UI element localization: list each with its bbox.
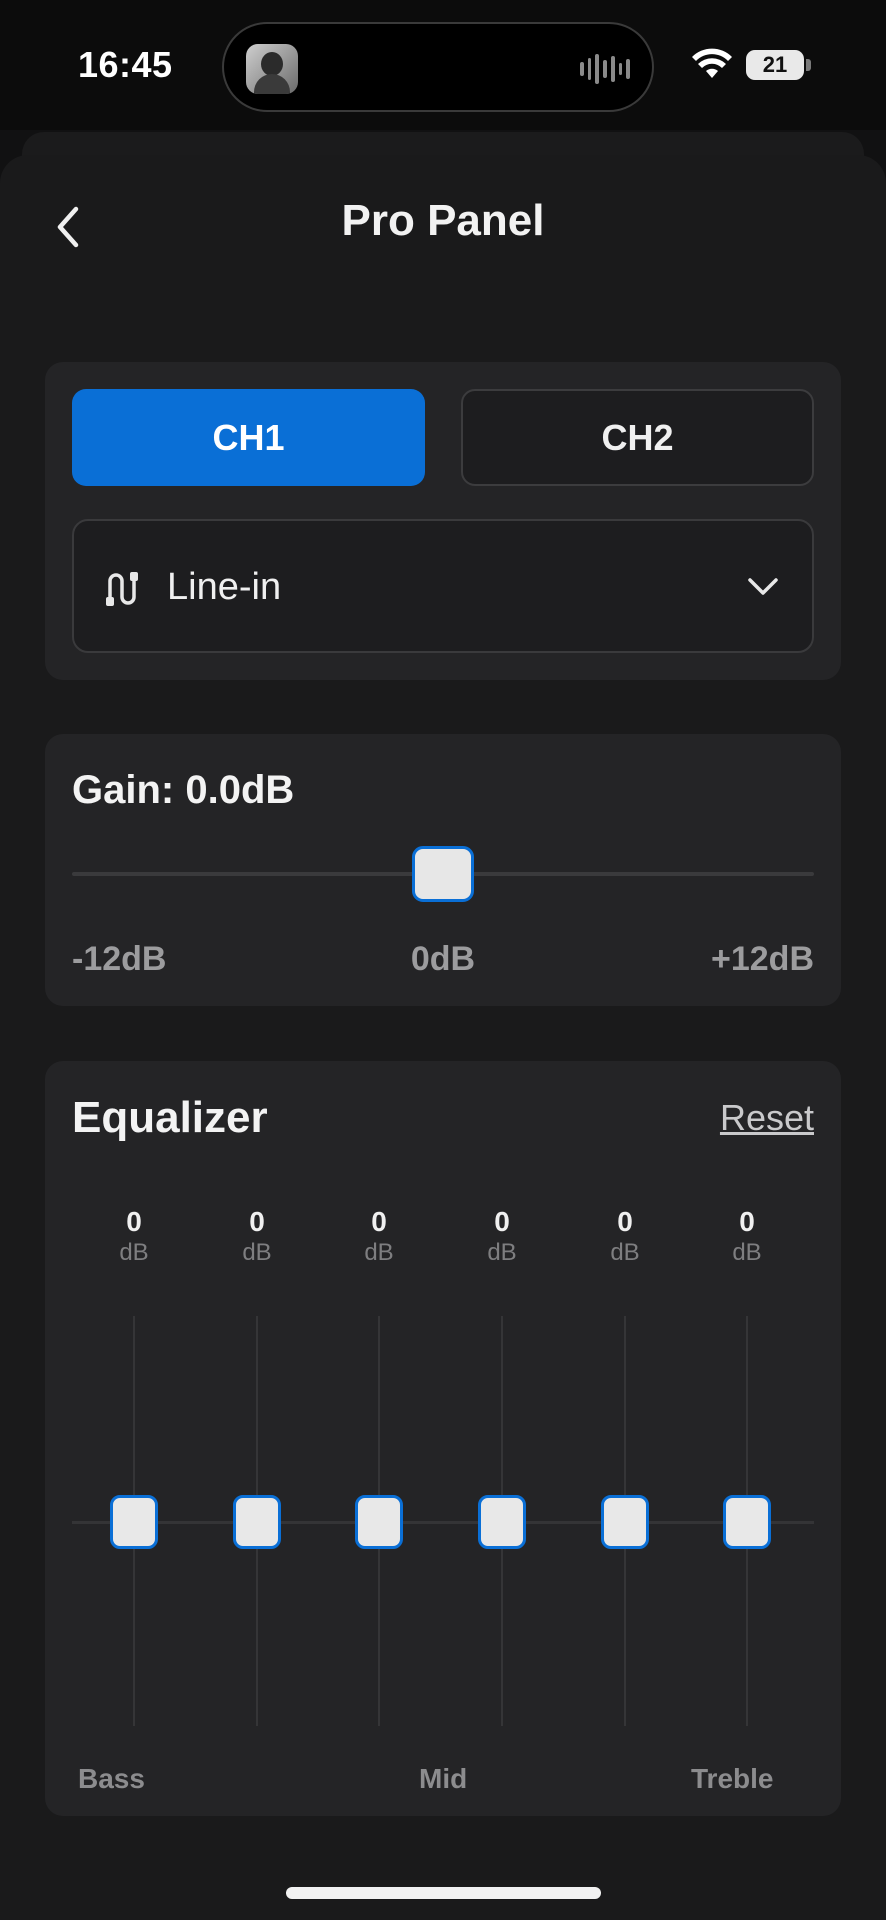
gain-title: Gain: 0.0dB: [72, 768, 295, 812]
eq-band-4-unit: dB: [487, 1239, 517, 1266]
audio-waveform-icon: [580, 52, 631, 86]
eq-band-2-thumb[interactable]: [233, 1495, 281, 1549]
input-source-label: Line-in: [167, 566, 282, 608]
eq-band-3-value: 0: [371, 1206, 387, 1237]
chevron-down-icon: [748, 578, 778, 595]
wifi-icon: [692, 48, 732, 78]
ch2-button[interactable]: CH2: [461, 389, 814, 486]
status-bar: 16:45 21: [0, 0, 886, 130]
gain-slider-thumb[interactable]: [412, 846, 474, 902]
eq-band-4-value: 0: [494, 1206, 510, 1237]
line-in-cable-icon: [106, 572, 138, 606]
home-indicator[interactable]: [286, 1887, 601, 1899]
equalizer-center-line: [72, 1521, 814, 1524]
eq-label-mid: Mid: [419, 1763, 468, 1794]
eq-band-3-thumb[interactable]: [355, 1495, 403, 1549]
eq-band-6-unit: dB: [732, 1239, 762, 1266]
eq-band-1-value: 0: [126, 1206, 142, 1237]
eq-band-6-thumb[interactable]: [723, 1495, 771, 1549]
eq-band-4-thumb[interactable]: [478, 1495, 526, 1549]
equalizer-reset-link[interactable]: Reset: [720, 1097, 814, 1139]
battery-tip: [806, 59, 811, 71]
status-time: 16:45: [78, 44, 173, 85]
equalizer-title: Equalizer: [72, 1093, 268, 1142]
eq-label-treble: Treble: [691, 1763, 774, 1794]
now-playing-artwork: [246, 44, 298, 94]
gain-card: Gain: 0.0dB -12dB 0dB +12dB: [45, 734, 841, 1006]
input-source-dropdown[interactable]: Line-in: [72, 519, 814, 653]
eq-band-1-unit: dB: [119, 1239, 149, 1266]
eq-band-2-unit: dB: [242, 1239, 272, 1266]
eq-band-6-value: 0: [739, 1206, 755, 1237]
page-title: Pro Panel: [341, 196, 545, 245]
battery-icon: 21: [746, 50, 804, 80]
eq-band-2-value: 0: [249, 1206, 265, 1237]
dynamic-island[interactable]: [222, 22, 654, 112]
eq-label-bass: Bass: [78, 1763, 145, 1794]
channel-card: CH1 CH2 Line-in: [45, 362, 841, 680]
eq-band-5-value: 0: [617, 1206, 633, 1237]
ch1-button[interactable]: CH1: [72, 389, 425, 486]
gain-max-label: +12dB: [711, 940, 814, 978]
eq-band-1-thumb[interactable]: [110, 1495, 158, 1549]
eq-band-3-unit: dB: [364, 1239, 394, 1266]
eq-band-5-thumb[interactable]: [601, 1495, 649, 1549]
equalizer-card: Equalizer Reset 0 dB 0 dB 0 dB 0 dB 0 dB…: [45, 1061, 841, 1816]
eq-band-5-unit: dB: [610, 1239, 640, 1266]
